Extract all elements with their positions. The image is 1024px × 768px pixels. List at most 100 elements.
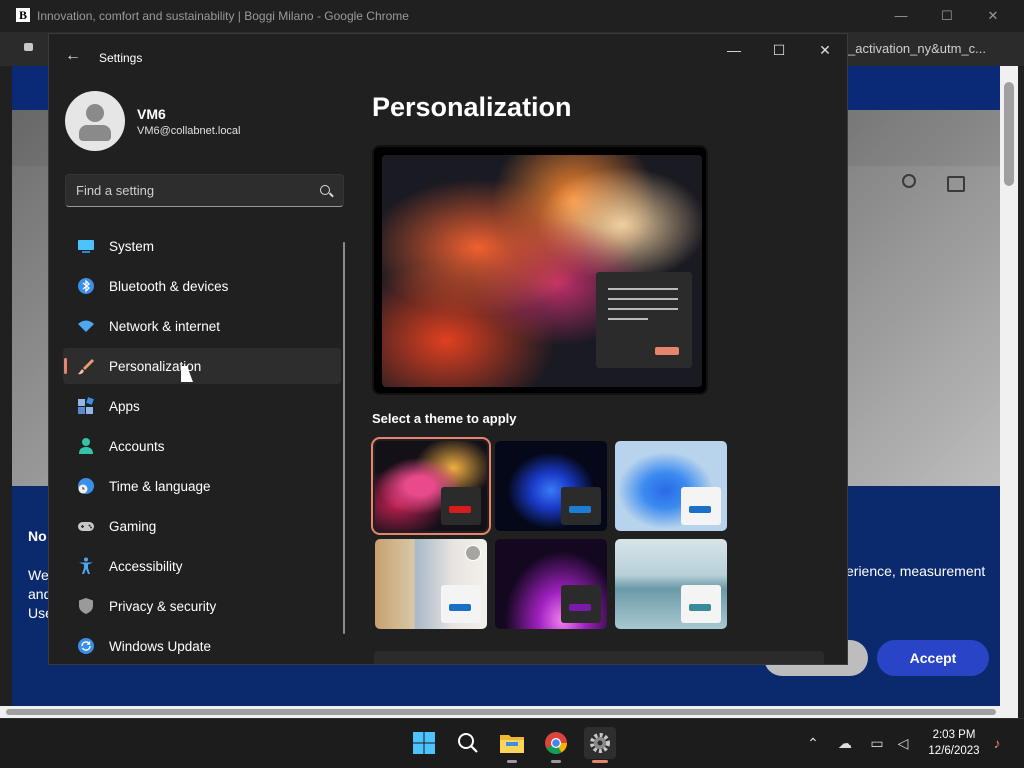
taskbar: ⌃ ☁ ▭ ◁ 2:03 PM 12/6/2023 ♪	[0, 718, 1024, 768]
sidebar-item-personalization[interactable]: Personalization	[63, 348, 341, 384]
running-indicator	[592, 760, 608, 763]
accept-cookies-button[interactable]: Accept	[877, 640, 989, 676]
page-horizontal-scrollbar[interactable]	[0, 706, 1018, 718]
volume-muted-icon[interactable]: ◁	[894, 734, 912, 752]
lock-icon[interactable]	[24, 43, 33, 51]
settings-maximize-button[interactable]: ☐	[763, 40, 795, 60]
page-vertical-scrollbar[interactable]	[1000, 66, 1018, 712]
gamepad-icon	[78, 522, 94, 531]
accounts-icon	[79, 438, 93, 454]
theme-bloom-dark[interactable]	[495, 441, 607, 531]
theme-glow-dark[interactable]	[371, 437, 491, 535]
settings-close-button[interactable]: ✕	[809, 40, 841, 60]
chrome-maximize-button[interactable]: ☐	[932, 6, 962, 26]
file-explorer-button[interactable]	[496, 727, 528, 763]
back-arrow-icon[interactable]: ←	[63, 46, 83, 66]
sidebar-item-accessibility[interactable]: Accessibility	[63, 548, 341, 584]
search-icon[interactable]	[320, 185, 330, 195]
preview-sample-window	[596, 272, 692, 368]
running-indicator	[551, 760, 561, 763]
chrome-button[interactable]	[540, 727, 572, 763]
chrome-icon	[545, 732, 567, 754]
site-search-icon[interactable]	[902, 174, 916, 188]
sidebar-item-bluetooth[interactable]: Bluetooth & devices	[63, 268, 341, 304]
chrome-window-title: Innovation, comfort and sustainability |…	[37, 9, 409, 23]
sidebar-item-network[interactable]: Network & internet	[63, 308, 341, 344]
running-indicator	[507, 760, 517, 763]
sidebar-item-label: Windows Update	[109, 639, 212, 654]
avatar-head	[86, 104, 104, 122]
system-icon	[78, 240, 94, 253]
next-settings-card[interactable]	[374, 651, 824, 664]
onedrive-icon[interactable]: ☁	[836, 734, 854, 752]
sidebar-item-label: Gaming	[109, 519, 157, 534]
theme-mini-window	[561, 487, 601, 525]
theme-section-heading: Select a theme to apply	[372, 411, 517, 426]
settings-minimize-button[interactable]: —	[718, 40, 750, 60]
page-title: Personalization	[372, 92, 572, 122]
chrome-titlebar: B Innovation, comfort and sustainability…	[0, 0, 1024, 32]
start-button[interactable]	[408, 727, 440, 759]
theme-mini-window	[441, 487, 481, 525]
apps-icon	[78, 397, 94, 414]
theme-mini-window	[561, 585, 601, 623]
network-icon[interactable]: ▭	[868, 734, 886, 752]
sidebar-item-label: Time & language	[109, 479, 211, 494]
settings-taskbar-button[interactable]	[584, 727, 616, 763]
profile-name: VM6	[137, 106, 166, 122]
preview-line	[608, 298, 678, 300]
theme-mini-window	[681, 487, 721, 525]
clock-time[interactable]: 2:03 PM	[920, 729, 988, 741]
theme-accent-bar	[449, 506, 471, 513]
settings-window: ← Settings — ☐ ✕ VM6 VM6@collabnet.local…	[48, 33, 848, 665]
sidebar-item-system[interactable]: System	[63, 228, 341, 264]
update-icon	[78, 638, 94, 654]
hscrollbar-thumb[interactable]	[6, 709, 996, 715]
slideshow-icon	[465, 545, 481, 561]
gear-icon	[590, 733, 610, 753]
sidebar-item-label: Accessibility	[109, 559, 183, 574]
boggi-favicon-icon: B	[16, 8, 30, 22]
globe-clock-icon	[78, 478, 94, 494]
avatar[interactable]	[65, 91, 125, 151]
sidebar-item-accounts[interactable]: Accounts	[63, 428, 341, 464]
nav-scrollbar[interactable]	[343, 242, 345, 634]
mouse-cursor-icon	[181, 366, 193, 382]
sidebar-item-gaming[interactable]: Gaming	[63, 508, 341, 544]
settings-window-title: Settings	[99, 51, 143, 65]
windows-logo-icon	[413, 732, 435, 754]
paintbrush-icon	[78, 359, 94, 375]
chrome-close-button[interactable]: ✕	[978, 6, 1008, 26]
clock-date[interactable]: 12/6/2023	[920, 745, 988, 757]
theme-sunrise[interactable]	[495, 539, 607, 629]
accessibility-icon	[79, 557, 93, 574]
preview-line	[608, 308, 678, 310]
find-setting-box[interactable]	[65, 174, 344, 207]
sidebar-item-apps[interactable]: Apps	[63, 388, 341, 424]
preview-accent-button	[655, 347, 679, 355]
chevron-up-icon[interactable]: ⌃	[804, 734, 822, 752]
theme-accent-bar	[569, 604, 591, 611]
preview-line	[608, 318, 648, 320]
sidebar-item-label: Accounts	[109, 439, 165, 454]
search-icon	[458, 733, 478, 753]
sidebar-item-windows-update[interactable]: Windows Update	[63, 628, 341, 664]
sidebar-item-time-language[interactable]: Time & language	[63, 468, 341, 504]
theme-mini-window	[681, 585, 721, 623]
find-setting-input[interactable]	[76, 183, 306, 198]
settings-nav: System Bluetooth & devices Network & int…	[63, 228, 341, 664]
taskbar-search-button[interactable]	[452, 727, 484, 759]
url-text[interactable]: _activation_ny&utm_c...	[848, 41, 986, 56]
shopping-bag-icon[interactable]	[947, 176, 965, 192]
theme-flow[interactable]	[615, 539, 727, 629]
sidebar-item-label: Network & internet	[109, 319, 221, 334]
sidebar-item-label: Bluetooth & devices	[109, 279, 229, 294]
sidebar-item-privacy[interactable]: Privacy & security	[63, 588, 341, 624]
theme-captured-motion[interactable]	[375, 539, 487, 629]
scrollbar-thumb[interactable]	[1004, 82, 1014, 186]
cookie-title: No	[28, 528, 47, 544]
avatar-body	[79, 125, 111, 141]
theme-bloom-light[interactable]	[615, 441, 727, 531]
chrome-minimize-button[interactable]: —	[886, 6, 916, 26]
notification-bell-icon[interactable]: ♪	[988, 734, 1006, 752]
